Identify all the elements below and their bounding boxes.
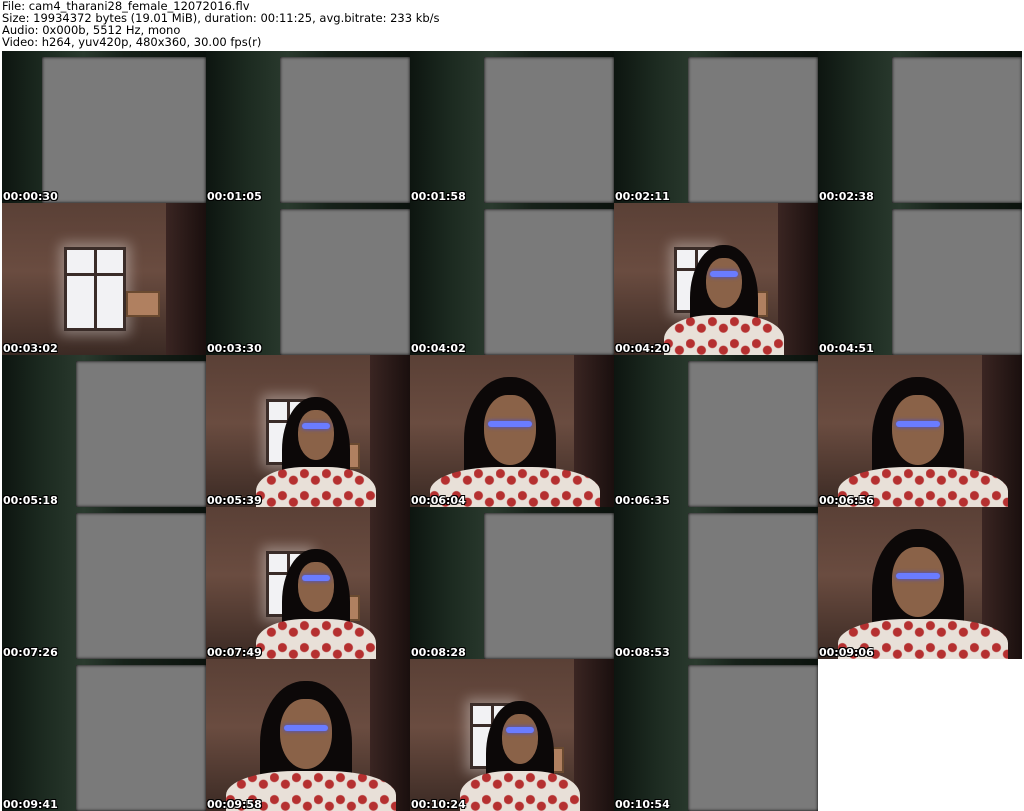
video-thumbnail: 00:10:54 <box>614 659 818 811</box>
thumbnail-timestamp: 00:05:18 <box>3 494 58 507</box>
glasses <box>302 423 330 429</box>
video-thumbnail: 00:03:02 <box>2 203 206 355</box>
curtain <box>574 659 614 811</box>
thumbnail-timestamp: 00:03:30 <box>207 342 262 355</box>
gray-panel <box>76 513 206 659</box>
wall-picture <box>126 291 160 317</box>
gray-panel <box>892 209 1022 355</box>
thumbnail-timestamp: 00:09:41 <box>3 798 58 811</box>
thumbnail-timestamp: 00:02:38 <box>819 190 874 203</box>
video-info-line: Video: h264, yuv420p, 480x360, 30.00 fps… <box>2 35 262 49</box>
thumbnail-timestamp: 00:04:20 <box>615 342 670 355</box>
video-thumbnail: 00:03:30 <box>206 203 410 355</box>
video-thumbnail: 00:09:06 <box>818 507 1022 659</box>
video-thumbnail: 00:07:26 <box>2 507 206 659</box>
glasses <box>896 421 940 427</box>
curtain <box>778 203 818 355</box>
video-thumbnail: 00:04:02 <box>410 203 614 355</box>
video-thumbnail: 00:02:11 <box>614 51 818 203</box>
gray-panel <box>688 665 818 811</box>
thumbnail-timestamp: 00:08:28 <box>411 646 466 659</box>
thumbnail-timestamp: 00:05:39 <box>207 494 262 507</box>
video-thumbnail: 00:06:56 <box>818 355 1022 507</box>
video-thumbnail: 00:05:39 <box>206 355 410 507</box>
glasses <box>896 573 940 579</box>
thumbnail-timestamp: 00:03:02 <box>3 342 58 355</box>
thumbnail-timestamp: 00:00:30 <box>3 190 58 203</box>
gray-panel <box>76 361 206 507</box>
thumbnail-timestamp: 00:09:06 <box>819 646 874 659</box>
thumbnail-timestamp: 00:09:58 <box>207 798 262 811</box>
glasses <box>284 725 328 731</box>
gray-panel <box>892 57 1022 203</box>
video-thumbnail: 00:06:04 <box>410 355 614 507</box>
gray-panel <box>76 665 206 811</box>
thumbnail-timestamp: 00:04:02 <box>411 342 466 355</box>
video-thumbnail: 00:08:28 <box>410 507 614 659</box>
video-thumbnail: 00:01:58 <box>410 51 614 203</box>
thumbnail-timestamp: 00:01:05 <box>207 190 262 203</box>
thumbnail-timestamp: 00:06:35 <box>615 494 670 507</box>
video-thumbnail: 00:08:53 <box>614 507 818 659</box>
gray-panel <box>484 57 614 203</box>
video-thumbnail: 00:07:49 <box>206 507 410 659</box>
curtain <box>370 507 410 659</box>
thumbnail-timestamp: 00:06:56 <box>819 494 874 507</box>
thumbnail-grid: 00:00:30 00:01:05 00:01:58 00:02:11 00:02:38… <box>2 51 1022 811</box>
thumbnail-timestamp: 00:04:51 <box>819 342 874 355</box>
video-thumbnail: 00:02:38 <box>818 51 1022 203</box>
glasses <box>506 727 534 733</box>
glasses <box>710 271 738 277</box>
glasses <box>488 421 532 427</box>
thumbnail-timestamp: 00:08:53 <box>615 646 670 659</box>
video-info-header: File: cam4_tharani28_female_12072016.flv… <box>2 0 1022 48</box>
video-thumbnail: 00:01:05 <box>206 51 410 203</box>
thumbnail-timestamp: 00:10:24 <box>411 798 466 811</box>
thumbnail-timestamp: 00:07:49 <box>207 646 262 659</box>
gray-panel <box>484 209 614 355</box>
thumbnail-timestamp: 00:01:58 <box>411 190 466 203</box>
video-thumbnail: 00:10:24 <box>410 659 614 811</box>
curtain <box>370 355 410 507</box>
video-thumbnail: 00:09:58 <box>206 659 410 811</box>
video-thumbnail: 00:04:20 <box>614 203 818 355</box>
video-thumbnail: 00:09:41 <box>2 659 206 811</box>
thumbnail-timestamp: 00:10:54 <box>615 798 670 811</box>
gray-panel <box>688 57 818 203</box>
thumbnail-timestamp: 00:06:04 <box>411 494 466 507</box>
thumbnail-timestamp: 00:07:26 <box>3 646 58 659</box>
glasses <box>302 575 330 581</box>
gray-panel <box>42 57 206 203</box>
curtain <box>166 203 206 355</box>
window <box>64 247 126 331</box>
gray-panel <box>688 513 818 659</box>
gray-panel <box>484 513 614 659</box>
gray-panel <box>280 57 410 203</box>
gray-panel <box>280 209 410 355</box>
video-thumbnail: 00:06:35 <box>614 355 818 507</box>
video-thumbnail: 00:00:30 <box>2 51 206 203</box>
video-thumbnail: 00:04:51 <box>818 203 1022 355</box>
thumbnail-timestamp: 00:02:11 <box>615 190 670 203</box>
video-thumbnail: 00:05:18 <box>2 355 206 507</box>
gray-panel <box>688 361 818 507</box>
